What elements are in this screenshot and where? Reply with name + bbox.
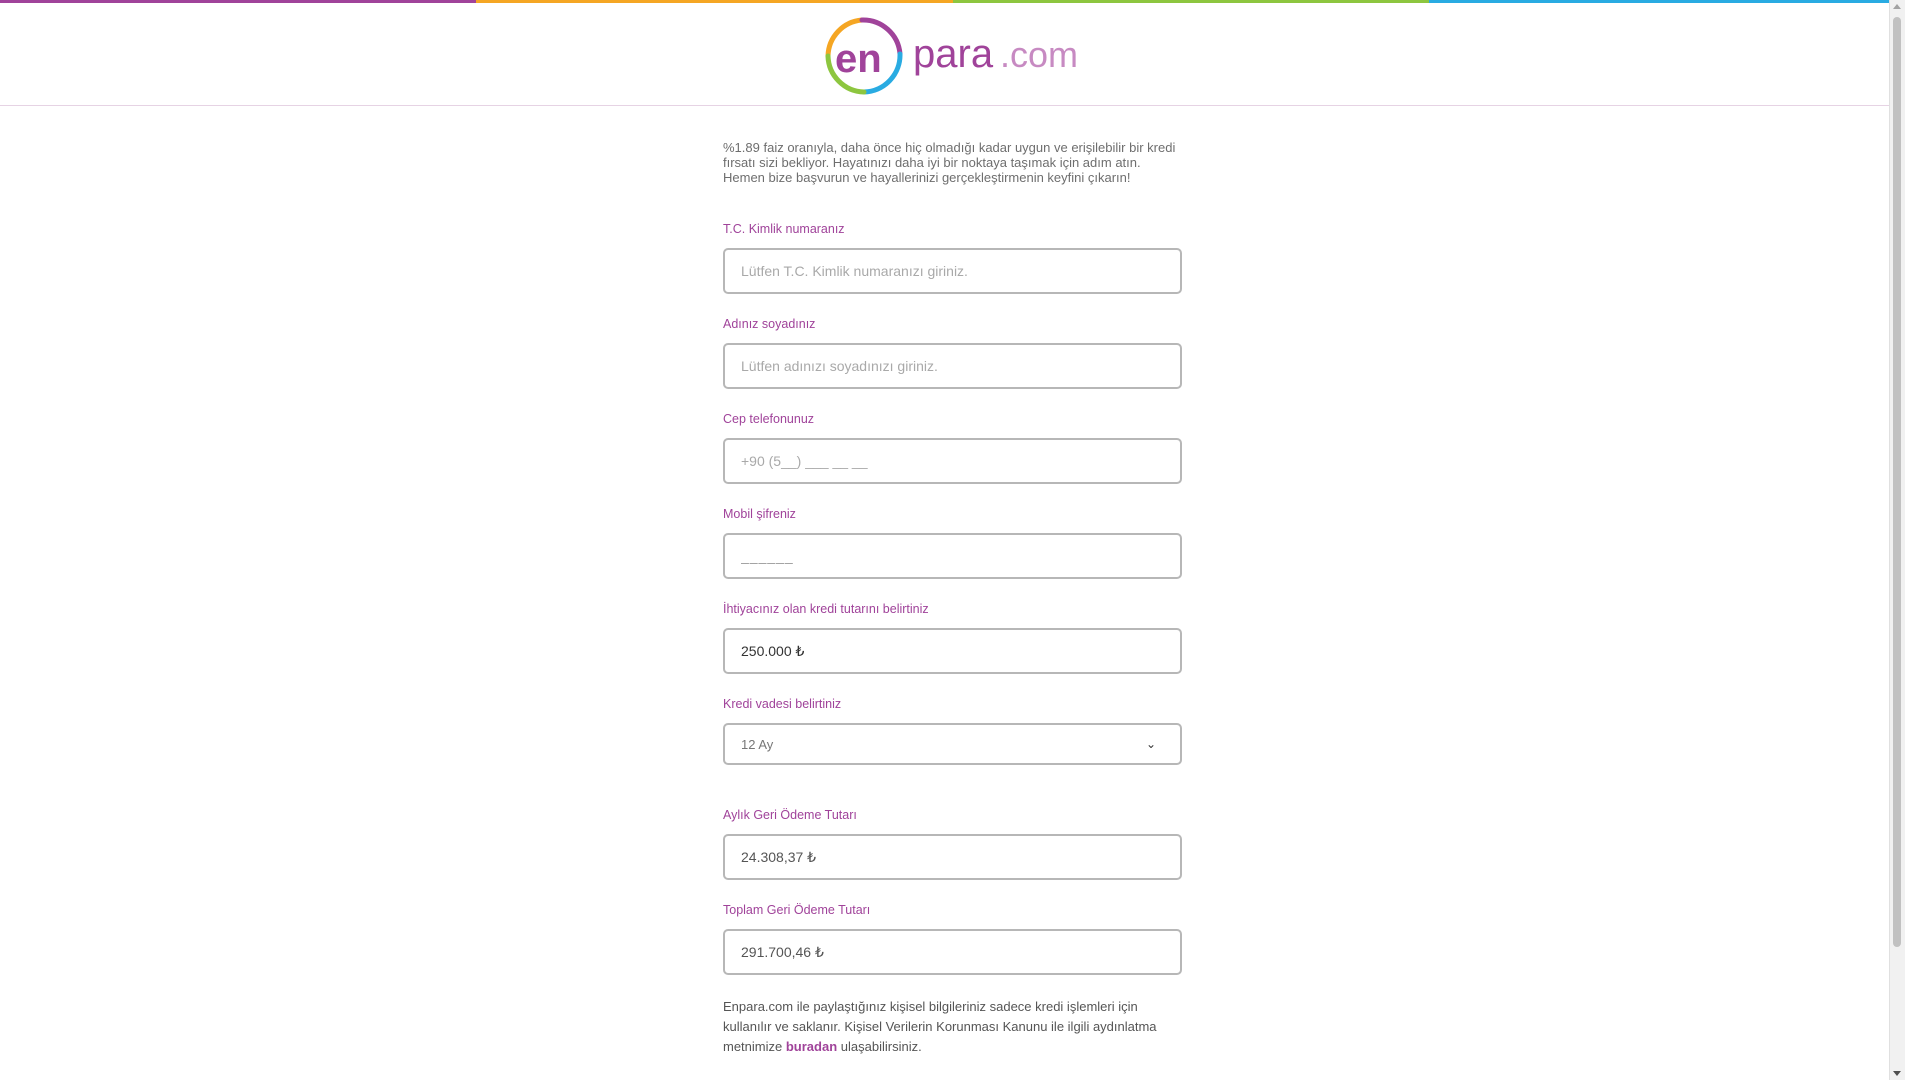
loan-term-select[interactable]: 12 Ay ⌄ (723, 723, 1182, 765)
phone-label: Cep telefonunuz (723, 412, 815, 426)
chevron-down-icon: ⌄ (1145, 737, 1156, 751)
monthly-field-group: Aylık Geri Ödeme Tutarı (723, 807, 1182, 880)
total-payment-label: Toplam Geri Ödeme Tutarı (723, 903, 871, 917)
loan-application-form: %1.89 faiz oranıyla, daha önce hiç olmad… (723, 140, 1182, 1070)
intro-text: %1.89 faiz oranıyla, daha önce hiç olmad… (723, 140, 1176, 185)
name-label: Adınız soyadınız (723, 317, 816, 331)
tckn-input[interactable] (723, 248, 1182, 294)
page: en para .com %1.89 faiz oranıyla, daha ö… (0, 0, 1905, 1080)
tckn-field-group: T.C. Kimlik numaranız (723, 221, 1182, 294)
term-field-group: Kredi vadesi belirtiniz 12 Ay ⌄ (723, 696, 1182, 765)
privacy-note-text-end: ulaşabilirsiniz. (837, 1039, 922, 1054)
name-input[interactable] (723, 343, 1182, 389)
scroll-up-icon[interactable] (1893, 4, 1901, 9)
privacy-link[interactable]: buradan (786, 1039, 837, 1054)
tckn-label: T.C. Kimlik numaranız (723, 222, 845, 236)
logo-text-para: para (913, 32, 994, 76)
password-label: Mobil şifreniz (723, 507, 796, 521)
name-field-group: Adınız soyadınız (723, 316, 1182, 389)
phone-input[interactable] (723, 438, 1182, 484)
total-payment-field[interactable] (723, 929, 1182, 975)
privacy-note: Enpara.com ile paylaştığınız kişisel bil… (723, 997, 1182, 1057)
monthly-payment-field[interactable] (723, 834, 1182, 880)
logo-text-com: .com (1000, 34, 1078, 75)
scroll-down-icon[interactable] (1893, 1071, 1901, 1076)
monthly-payment-label: Aylık Geri Ödeme Tutarı (723, 808, 857, 822)
phone-field-group: Cep telefonunuz (723, 411, 1182, 484)
amount-label: İhtiyacınız olan kredi tutarını belirtin… (723, 602, 929, 616)
password-field-group: Mobil şifreniz (723, 506, 1182, 579)
vertical-scrollbar[interactable] (1889, 0, 1905, 1080)
total-field-group: Toplam Geri Ödeme Tutarı (723, 902, 1182, 975)
enpara-logo[interactable]: en para .com (820, 12, 1080, 102)
scrollbar-thumb[interactable] (1893, 17, 1901, 947)
term-label: Kredi vadesi belirtiniz (723, 697, 842, 711)
loan-term-selected: 12 Ay (741, 736, 774, 752)
mobile-password-input[interactable] (723, 533, 1182, 579)
amount-field-group: İhtiyacınız olan kredi tutarını belirtin… (723, 601, 1182, 674)
header: en para .com (0, 3, 1905, 106)
logo-text-en: en (835, 37, 882, 81)
loan-amount-input[interactable] (723, 628, 1182, 674)
